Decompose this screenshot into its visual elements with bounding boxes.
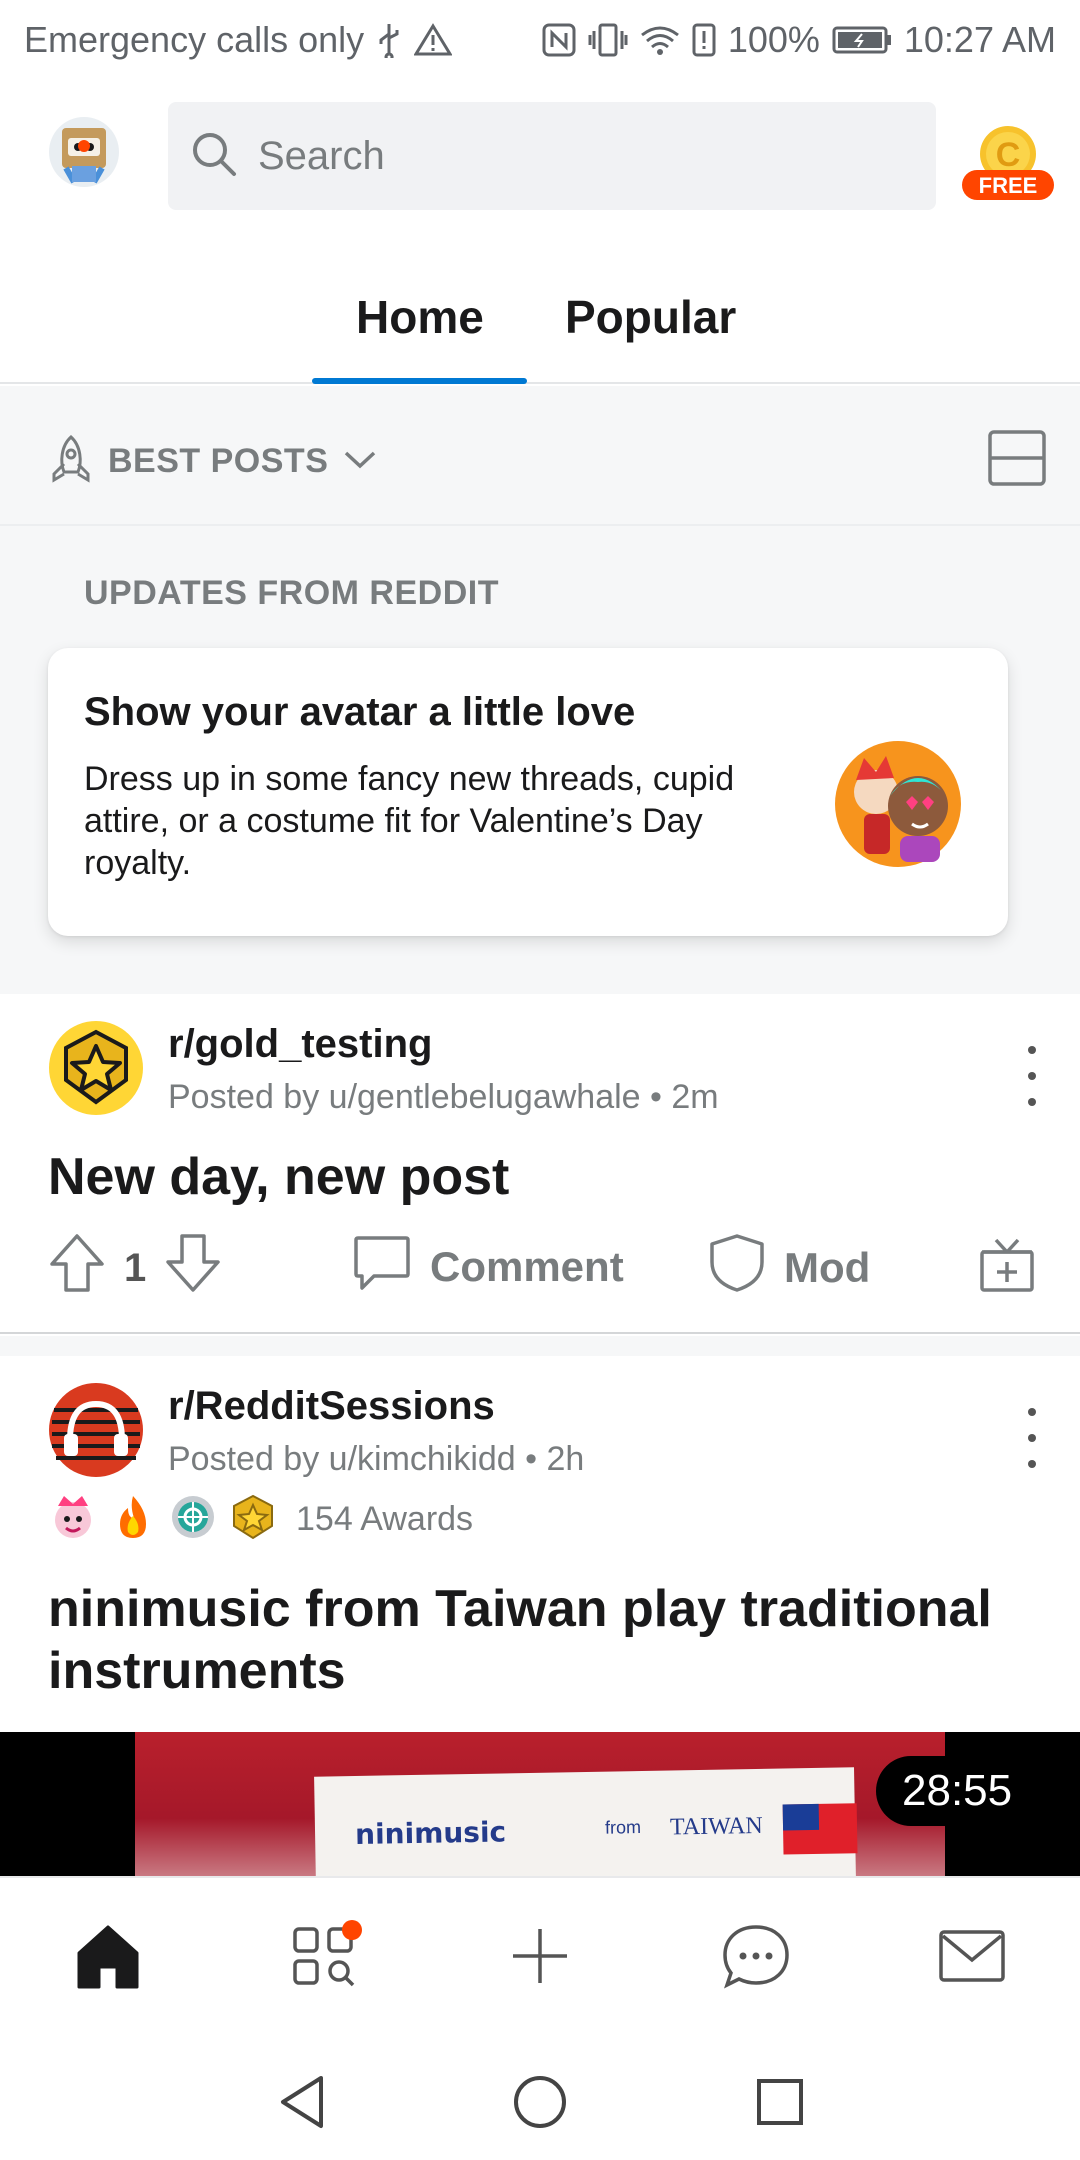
active-tab-indicator <box>312 378 527 384</box>
post-title-line: instruments <box>48 1642 346 1700</box>
feed-header-area: BEST POSTS UPDATES FROM REDDIT Show your… <box>0 386 1080 994</box>
subreddit-icon[interactable] <box>48 1382 144 1478</box>
subreddit-name[interactable]: r/gold_testing <box>168 1022 432 1067</box>
mod-button[interactable]: Mod <box>708 1232 870 1304</box>
mail-icon <box>937 1926 1007 1991</box>
recents-icon[interactable] <box>750 2072 810 2132</box>
awards-row[interactable]: 154 Awards <box>48 1492 473 1547</box>
more-options-icon[interactable] <box>1020 1046 1044 1106</box>
plus-icon <box>505 1921 575 1996</box>
shield-icon <box>708 1232 766 1304</box>
vibrate-icon <box>588 23 628 57</box>
battery-percent: 100% <box>727 19 820 60</box>
more-options-icon[interactable] <box>1020 1408 1044 1468</box>
post-meta: Posted by u/gentlebelugawhale • 2m <box>168 1078 719 1116</box>
upvote-icon[interactable] <box>48 1232 106 1304</box>
awards-count: 154 Awards <box>296 1500 474 1538</box>
update-card-title: Show your avatar a little love <box>84 690 636 734</box>
post-separator <box>0 1336 1080 1356</box>
mod-label: Mod <box>784 1244 871 1291</box>
battery-icon <box>832 25 892 55</box>
wifi-icon <box>640 23 680 57</box>
app-header: Search C FREE <box>0 80 1080 230</box>
post-meta: Posted by u/kimchikidd • 2h <box>168 1440 585 1478</box>
tab-popular[interactable]: Popular <box>565 290 736 344</box>
video-duration-badge: 28:55 <box>876 1756 1039 1826</box>
post-title-line: ninimusic from Taiwan play traditional <box>48 1580 992 1638</box>
comment-label: Comment <box>430 1243 624 1290</box>
wholesome-award-icon <box>168 1492 218 1547</box>
card-layout-icon[interactable] <box>988 430 1046 491</box>
update-card-body: Dress up in some fancy new threads, cupi… <box>84 760 735 882</box>
video-banner: ninimusic from TAIWAN <box>314 1767 858 1876</box>
status-bar: Emergency calls only 100% 10:27 AM <box>0 0 1080 80</box>
gold-award-icon <box>228 1492 278 1547</box>
comment-button[interactable]: Comment <box>352 1232 624 1302</box>
post-card[interactable]: r/gold_testing Posted by u/gentlebelugaw… <box>0 994 1080 1334</box>
notification-dot <box>342 1920 362 1940</box>
post-actions: 1 Comment Mod <box>0 1232 1080 1312</box>
video-player[interactable]: ninimusic from TAIWAN 28:55 <box>0 1732 1080 1876</box>
subreddit-name[interactable]: r/RedditSessions <box>168 1384 495 1429</box>
home-circle-icon[interactable] <box>510 2072 570 2132</box>
tab-home[interactable]: Home <box>356 290 484 344</box>
updates-section-title: UPDATES FROM REDDIT <box>84 574 499 612</box>
update-card[interactable]: Show your avatar a little love Dress up … <box>48 648 1008 936</box>
bottom-navigation <box>0 1876 1080 2044</box>
post-title[interactable]: New day, new post <box>48 1146 509 1208</box>
banner-brand: ninimusic <box>354 1815 507 1852</box>
usb-icon <box>376 22 402 58</box>
status-carrier-text: Emergency calls only <box>24 19 365 60</box>
sort-dropdown[interactable]: BEST POSTS <box>48 434 378 489</box>
home-icon <box>73 1921 143 1996</box>
banner-country: TAIWAN <box>669 1812 763 1841</box>
chevron-down-icon <box>342 447 378 476</box>
sort-row: BEST POSTS <box>0 386 1080 526</box>
post-title[interactable]: ninimusic from Taiwan play traditional i… <box>48 1578 992 1702</box>
vote-count: 1 <box>124 1245 147 1290</box>
post-card[interactable]: r/RedditSessions Posted by u/kimchikidd … <box>0 1356 1080 1876</box>
nav-inbox[interactable] <box>932 1918 1012 1998</box>
sort-label: BEST POSTS <box>108 442 329 480</box>
nav-home[interactable] <box>68 1918 148 1998</box>
chat-icon <box>719 1921 793 1996</box>
avatar-promo-image <box>834 740 962 868</box>
nav-create-post[interactable] <box>500 1918 580 1998</box>
feed-tabs: Home Popular <box>0 270 1080 384</box>
subreddit-icon[interactable] <box>48 1020 144 1116</box>
clock: 10:27 AM <box>903 19 1056 60</box>
fire-award-icon <box>108 1492 158 1547</box>
taiwan-flag-icon <box>782 1803 858 1855</box>
video-thumbnail: ninimusic from TAIWAN <box>135 1732 945 1876</box>
nav-chat[interactable] <box>716 1918 796 1998</box>
coin-badge-label: FREE <box>979 173 1038 198</box>
user-avatar[interactable] <box>48 116 120 188</box>
vote-group: 1 <box>48 1232 222 1304</box>
coin-letter: C <box>996 136 1021 174</box>
back-icon[interactable] <box>272 2072 332 2132</box>
banner-from: from <box>604 1817 642 1838</box>
nfc-icon <box>542 23 576 57</box>
system-navigation-bar <box>0 2044 1080 2160</box>
downvote-icon[interactable] <box>164 1232 222 1304</box>
award-icon <box>48 1492 98 1547</box>
warning-icon <box>414 23 453 57</box>
search-icon <box>190 130 238 183</box>
free-coin-button[interactable]: C FREE <box>960 120 1056 210</box>
nav-communities[interactable] <box>284 1918 364 1998</box>
comment-icon <box>352 1232 412 1302</box>
award-button[interactable] <box>978 1232 1036 1304</box>
search-placeholder: Search <box>258 133 385 178</box>
alert-icon <box>692 23 716 57</box>
search-bar[interactable]: Search <box>168 102 936 210</box>
gift-icon <box>978 1232 1036 1304</box>
rocket-icon <box>48 434 94 489</box>
